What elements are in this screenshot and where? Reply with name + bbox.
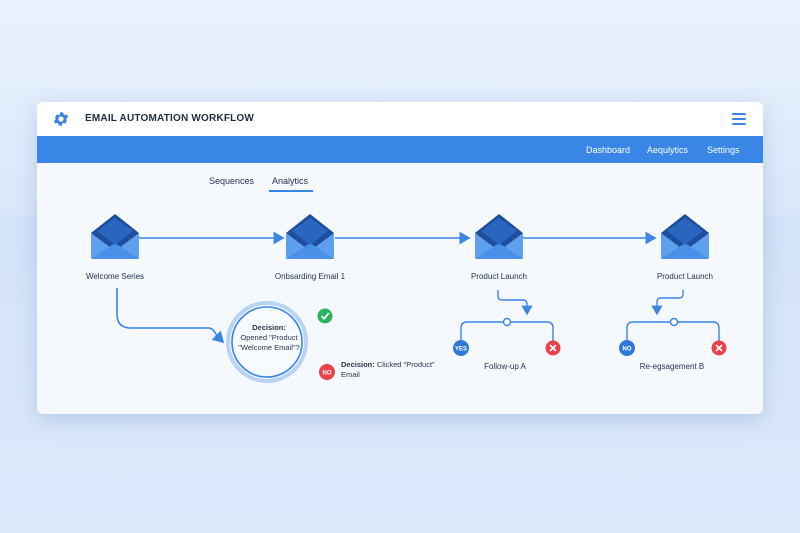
check-icon (317, 308, 333, 324)
outcome-re-engagement-b: Re-egsagement B (639, 362, 705, 371)
email-node-icon-1[interactable] (91, 214, 139, 259)
connector-branch-b (651, 290, 684, 316)
node-label-product-launch-1: Product Launch (470, 272, 528, 281)
node-label-onboarding-email: Onbsarding Email 1 (274, 272, 346, 281)
decision-1-title: Decision: (252, 323, 286, 332)
email-node-icon-2[interactable] (286, 214, 334, 259)
decision-1-question: Opened "Product "Welcome Email"? (238, 333, 300, 352)
decision-2-title: Decision: (341, 360, 375, 369)
node-label-product-launch-2: Product Launch (656, 272, 714, 281)
no-badge-b-label: NO (623, 347, 632, 353)
yes-badge-label: YES (455, 347, 467, 353)
outcome-follow-up-a: Follow-up A (484, 362, 526, 371)
email-node-icon-4[interactable] (661, 214, 709, 259)
email-node-icon-3[interactable] (475, 214, 523, 259)
connector-to-decision (116, 288, 225, 344)
connector-branch-a (497, 290, 533, 316)
decision-1-text: Decision: Opened "Product "Welcome Email… (237, 323, 301, 353)
app-window: EMAIL AUTOMATION WORKFLOW Dashboard Aequ… (37, 102, 763, 414)
no-badge-label: NO (323, 371, 332, 377)
decision-2-text: Decision: Clicked "Product" Email (341, 360, 451, 380)
node-label-welcome-series: Welcome Series (85, 272, 145, 281)
